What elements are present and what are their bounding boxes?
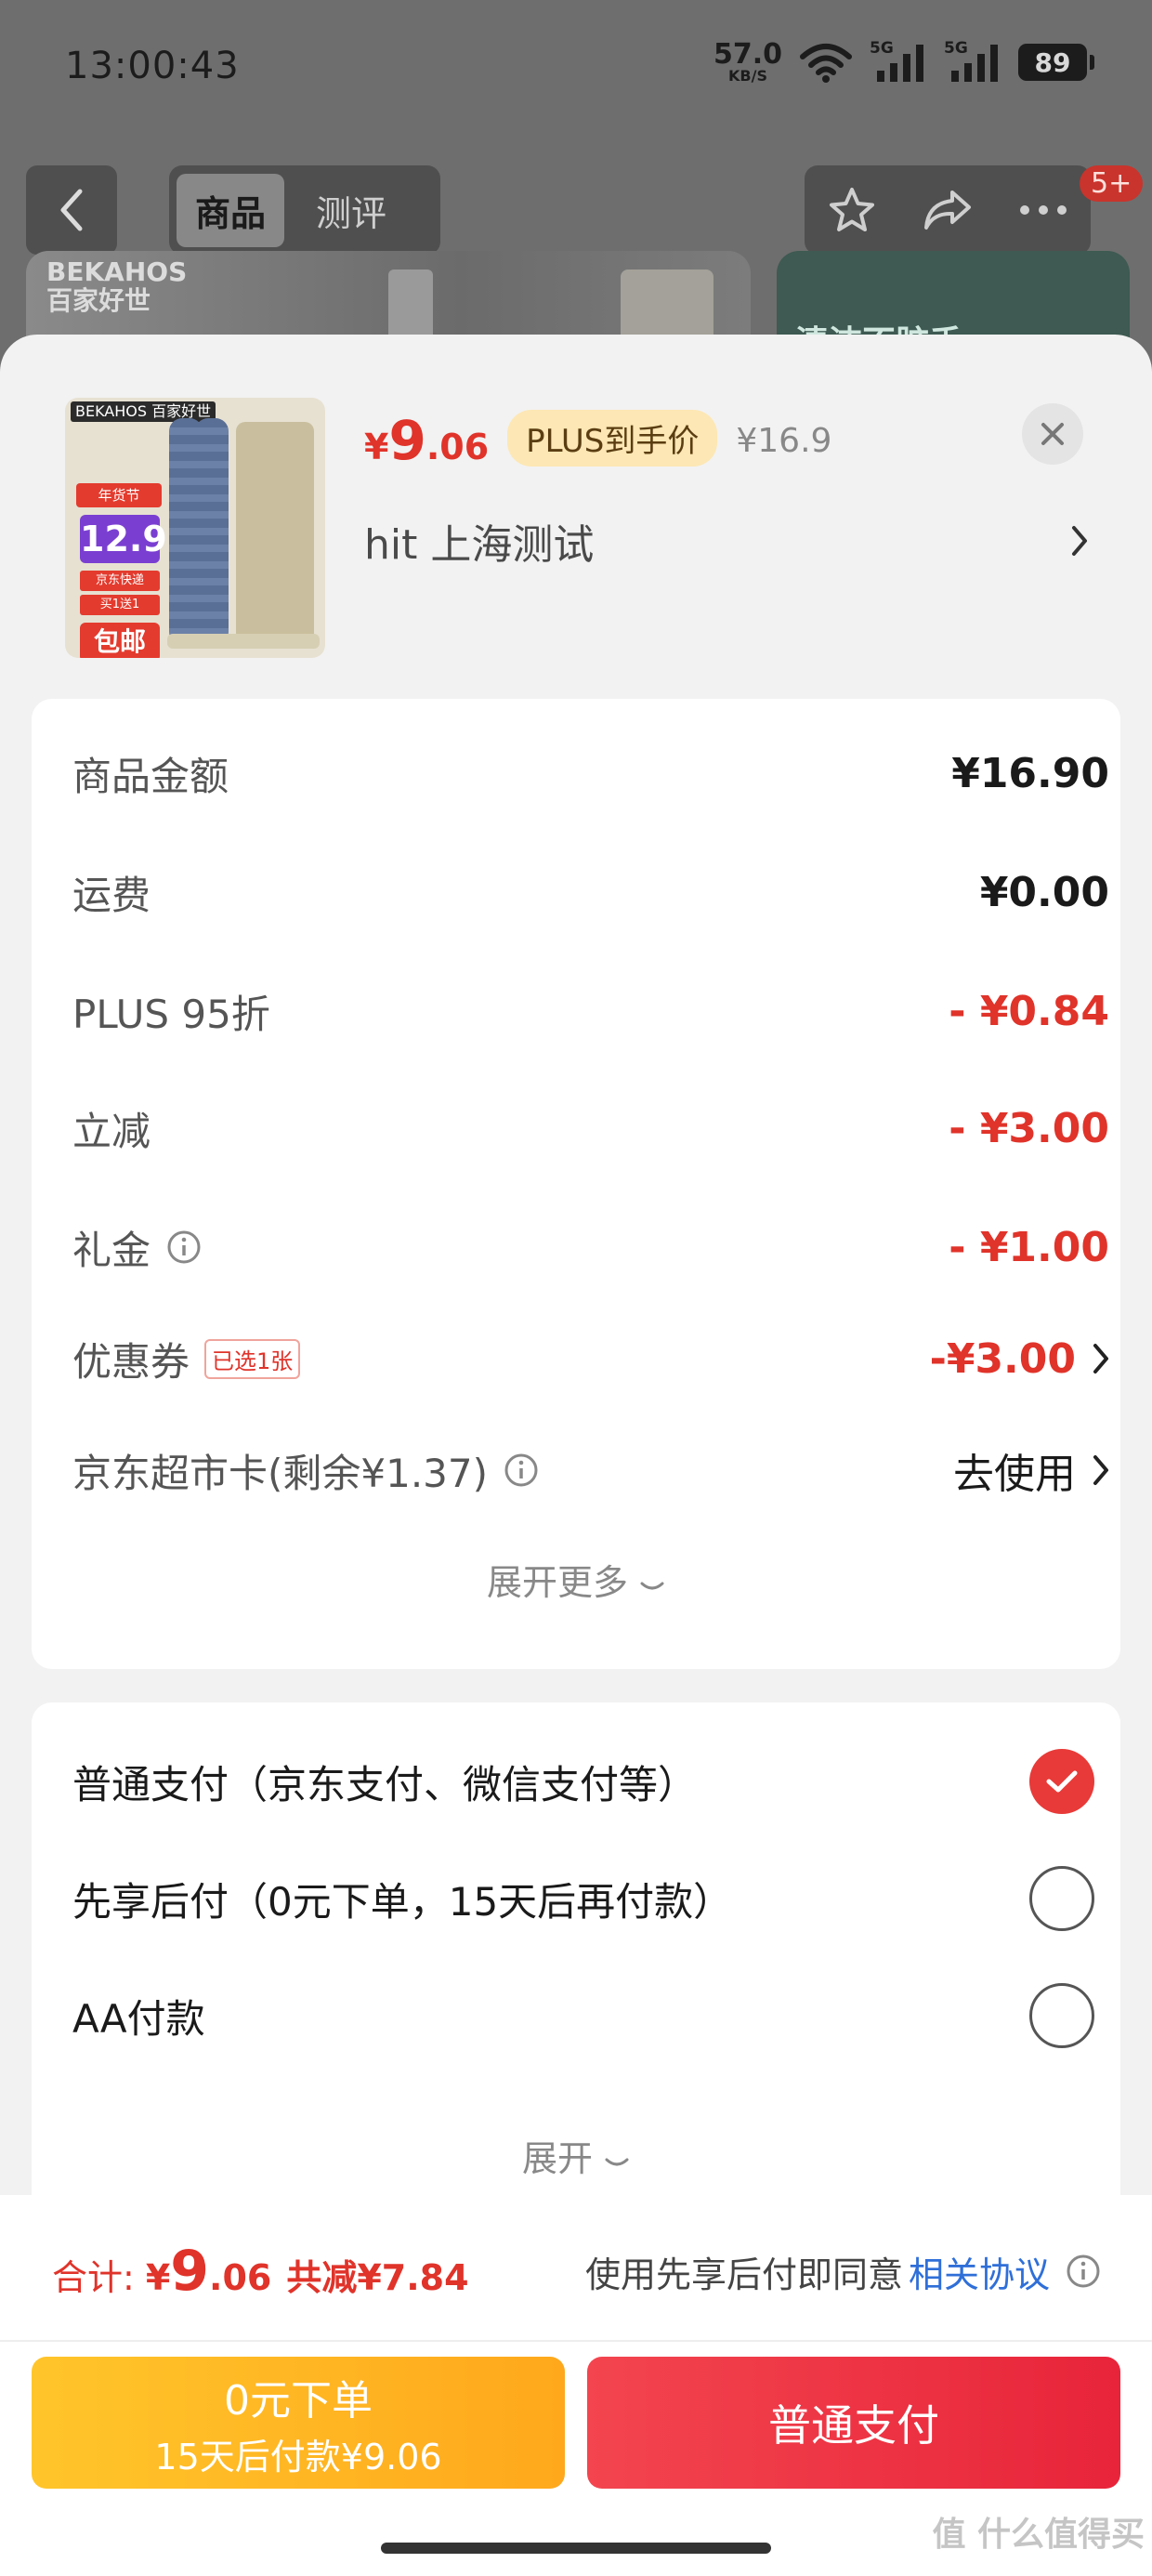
product-image[interactable]: BEKAHOS 百家好世 年货节 12.9 京东快递 买1送1 包邮 [65,398,325,658]
normal-pay-button[interactable]: 普通支付 [587,2357,1120,2489]
row-plus-discount: PLUS 95折 - ¥0.84 [72,987,1109,1037]
background-product-page: 13:00:43 57.0 KB/S 5G 5G 89 商品 测评 5+ BEK… [0,0,1152,400]
chevron-right-icon [1093,1455,1108,1485]
expand-more-button[interactable]: 展开更多 [32,1554,1120,1605]
home-indicator[interactable] [381,2543,771,2554]
tab-product[interactable]: 商品 [177,173,285,247]
product-header: BEKAHOS 百家好世 年货节 12.9 京东快递 买1送1 包邮 ¥ 9 .… [0,335,1152,688]
checkout-footer: 合计: ¥ 9 .06 共减¥7.84 使用先享后付即同意 相关协议 0元下单 1… [0,2195,1152,2576]
payment-option-normal[interactable]: 普通支付（京东支付、微信支付等） [72,1730,1094,1833]
product-tabs: 商品 测评 [169,165,440,255]
total-saved: 共减¥7.84 [286,2257,469,2298]
final-price: ¥ 9 .06 [364,409,490,472]
chevron-down-icon [605,2158,629,2166]
signal-icon-1: 5G [870,39,927,84]
price-row: ¥ 9 .06 PLUS到手价 ¥16.9 [364,409,831,474]
bnpl-order-button[interactable]: 0元下单 15天后付款¥9.06 [32,2357,565,2489]
watermark: 值 什么值得买 [932,2516,1145,2554]
footer-divider [0,2340,1152,2342]
agreement-notice: 使用先享后付即同意 相关协议 [585,2246,1102,2297]
product-image-badges: 年货节 12.9 京东快递 买1送1 包邮 [74,483,167,658]
tab-review[interactable]: 测评 [297,174,405,247]
wifi-icon [800,44,852,83]
price-breakdown-card: 商品金额 ¥16.90 运费 ¥0.00 PLUS 95折 - ¥0.84 立减… [32,699,1120,1669]
payment-method-card: 普通支付（京东支付、微信支付等） 先享后付（0元下单，15天后再付款） AA付款… [32,1702,1120,2223]
network-speed: 57.0 KB/S [713,38,782,85]
info-icon[interactable] [165,1229,203,1266]
star-icon[interactable] [827,185,877,235]
share-icon[interactable] [921,187,975,233]
address-selector[interactable]: hit 上海测试 [364,511,1089,571]
payment-option-aa[interactable]: AA付款 [72,1965,1094,2067]
status-bar: 13:00:43 57.0 KB/S 5G 5G 89 [0,0,1152,139]
row-goods-amount: 商品金额 ¥16.90 [72,749,1109,799]
total-row: 合计: ¥ 9 .06 共减¥7.84 使用先享后付即同意 相关协议 [52,2234,1102,2308]
use-card-link[interactable]: 去使用 [953,1440,1076,1500]
original-price: ¥16.9 [736,422,832,460]
plus-price-tag: PLUS到手价 [507,410,718,467]
chevron-right-icon [1072,526,1087,556]
signal-icon-2: 5G [944,39,1001,84]
coupon-selected-tag: 已选1张 [204,1338,301,1379]
payment-option-bnpl[interactable]: 先享后付（0元下单，15天后再付款） [72,1847,1094,1950]
payment-expand-button[interactable]: 展开 [32,2130,1120,2181]
radio-selected[interactable] [1029,1749,1094,1814]
check-icon [1046,1770,1078,1793]
back-button[interactable] [26,165,117,255]
radio-unselected[interactable] [1029,1983,1094,2048]
row-gift-money: 礼金 - ¥1.00 [72,1223,1109,1273]
close-icon [1041,423,1064,445]
row-shipping: 运费 ¥0.00 [72,868,1109,918]
row-supermarket-card[interactable]: 京东超市卡(剩余¥1.37) 去使用 [72,1424,1109,1517]
status-time: 13:00:43 [65,45,240,87]
more-icon[interactable] [1018,204,1068,217]
chevron-left-icon [60,189,83,231]
row-coupon[interactable]: 优惠券 已选1张 -¥3.00 [72,1312,1109,1405]
chevron-down-icon [640,1582,664,1590]
total-amount: 合计: ¥ 9 .06 共减¥7.84 [52,2239,469,2304]
status-icons: 57.0 KB/S 5G 5G 89 [713,38,1094,85]
info-icon[interactable] [1065,2253,1102,2290]
info-icon[interactable] [503,1452,540,1489]
nav-actions [805,165,1091,255]
background-brand-logo: BEKAHOS 百家好世 [46,256,188,316]
chevron-right-icon [1093,1344,1108,1373]
row-instant-discount: 立减 - ¥3.00 [72,1104,1109,1154]
address-text: hit 上海测试 [364,521,595,569]
battery-icon: 89 [1018,44,1094,81]
agreement-link[interactable]: 相关协议 [909,2246,1050,2297]
cart-badge: 5+ [1080,165,1144,202]
close-button[interactable] [1022,403,1083,465]
radio-unselected[interactable] [1029,1866,1094,1931]
